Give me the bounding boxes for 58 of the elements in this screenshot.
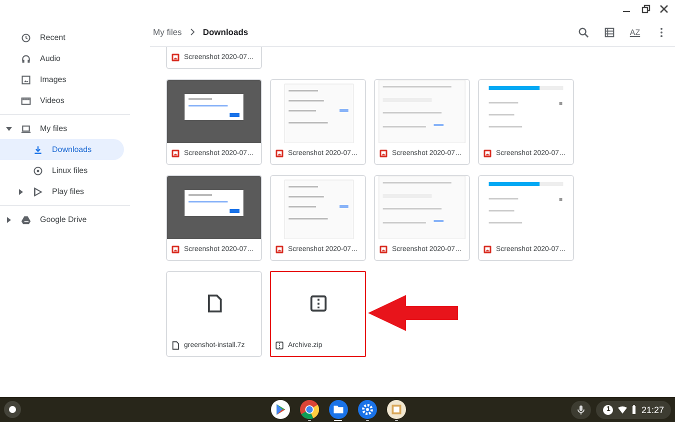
sidebar-item[interactable]: Audio [0,48,124,69]
document-icon [171,341,180,350]
shelf-app[interactable] [270,397,290,422]
headphones-icon [21,54,31,64]
breadcrumb-item[interactable]: My files [153,27,182,37]
list-view-icon [604,26,614,38]
clock-time: 21:27 [641,404,664,414]
microphone-button[interactable] [571,400,592,418]
image-file-icon [483,149,492,158]
sidebar-item[interactable]: My files [0,118,124,139]
sidebar-item[interactable]: Recent [0,27,124,48]
shelf-app[interactable] [299,397,319,422]
sidebar-item[interactable]: Linux files [0,160,124,181]
play-store-icon [270,400,290,419]
chrome-icon [300,400,318,419]
app-icon [386,400,406,419]
image-file-icon [171,149,180,158]
collapse-triangle-icon [6,126,12,132]
breadcrumb-item[interactable]: Downloads [202,27,248,37]
clock-icon [21,32,31,42]
restore-button[interactable] [641,4,651,14]
image-file-icon [275,149,284,158]
film-icon [21,96,31,106]
shelf-app[interactable] [357,397,377,422]
restore-icon [641,4,651,14]
launcher-button[interactable] [4,401,21,418]
sidebar-item[interactable]: Videos [0,90,124,111]
sort-button[interactable]: AZ [625,22,645,42]
chevron-right-icon [190,28,195,36]
sidebar-item[interactable]: Play files [0,181,124,202]
microphone-icon [577,404,586,414]
archive-icon [275,341,284,350]
settings-icon [358,400,376,419]
search-icon [578,26,588,38]
expand-triangle-icon [18,188,24,194]
minimize-icon [623,10,630,12]
sidebar-item[interactable]: Google Drive [0,209,124,230]
download-icon [33,144,43,154]
laptop-icon [21,124,31,134]
image-file-icon [171,53,180,62]
image-icon [21,74,31,84]
shelf-app[interactable] [386,397,406,422]
folder-icon [328,400,348,419]
close-button[interactable] [659,4,669,14]
expand-triangle-icon [6,216,12,222]
archive-icon [308,294,328,313]
sidebar-item[interactable]: Downloads [0,139,124,160]
battery-icon [632,405,636,414]
shelf-app[interactable] [328,397,348,422]
image-file-icon [171,245,180,254]
sidebar-item[interactable]: Images [0,69,124,90]
close-icon [659,4,669,14]
play-icon [33,186,43,196]
wifi-icon [618,406,628,414]
image-file-icon [379,149,388,158]
image-file-icon [275,245,284,254]
image-file-icon [483,245,492,254]
image-file-icon [379,245,388,254]
